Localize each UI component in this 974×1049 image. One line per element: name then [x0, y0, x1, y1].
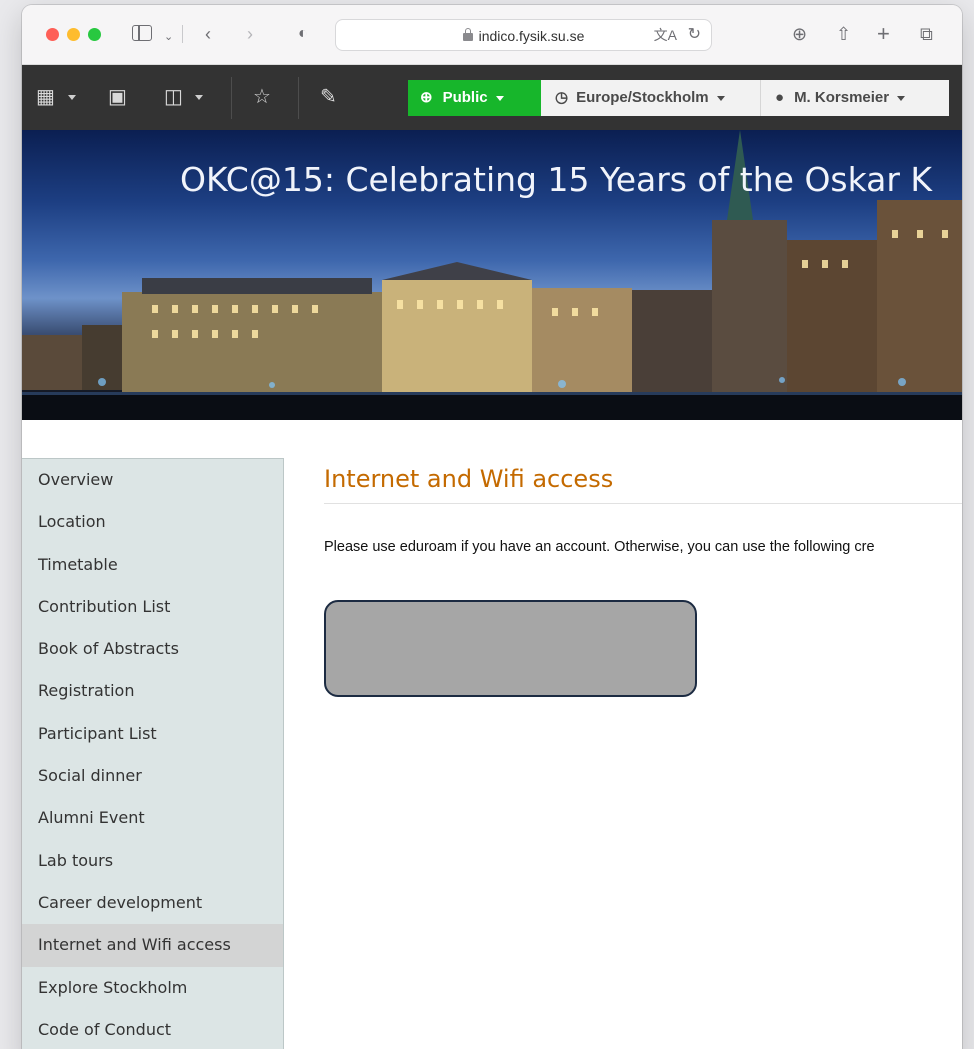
address-bar[interactable]: indico.fysik.su.se 文A ↻ [335, 19, 712, 51]
indico-toolbar: ▦ ▣ ◫ ☆ ✎ ⊕ Public ◷ Europe/Stockholm ● M. … [22, 65, 962, 130]
menu-item-career-development[interactable]: Career development [22, 882, 283, 924]
minimize-window-button[interactable] [67, 28, 80, 41]
menu-item-overview[interactable]: Overview [22, 459, 283, 501]
user-icon: ● [775, 89, 785, 106]
menu-item-code-of-conduct[interactable]: Code of Conduct [22, 1009, 283, 1049]
translate-icon[interactable]: 文A [654, 25, 677, 45]
timezone-caret-icon [716, 95, 725, 101]
tab-overview-icon[interactable]: ⧉ [920, 21, 933, 47]
menu-item-location[interactable]: Location [22, 501, 283, 543]
archive-icon[interactable]: ▣ [108, 85, 127, 109]
tab-group-chevron-icon[interactable]: ⌄ [164, 24, 173, 50]
back-icon[interactable]: ‹ [205, 21, 211, 47]
menu-item-social-dinner[interactable]: Social dinner [22, 755, 283, 797]
toolbar-divider [182, 25, 183, 43]
page-title: Internet and Wifi access [324, 465, 614, 493]
layout-caret-icon[interactable] [195, 95, 203, 100]
share-icon[interactable]: ⇧ [836, 21, 851, 47]
menu-item-participant-list[interactable]: Participant List [22, 713, 283, 755]
privacy-shield-icon[interactable]: ◐ [298, 21, 308, 47]
menu-item-alumni-event[interactable]: Alumni Event [22, 797, 283, 839]
user-label: M. Korsmeier [794, 89, 890, 106]
zoom-window-button[interactable] [88, 28, 101, 41]
browser-window: ⌄ ‹ › ◐ indico.fysik.su.se 文A ↻ ⊕ ⇧ + ⧉ … [22, 5, 962, 1049]
visibility-caret-icon [495, 95, 504, 101]
close-window-button[interactable] [46, 28, 59, 41]
menu-item-explore-stockholm[interactable]: Explore Stockholm [22, 967, 283, 1009]
clock-icon: ◷ [555, 89, 569, 106]
url-text: indico.fysik.su.se [478, 28, 585, 44]
browser-toolbar: ⌄ ‹ › ◐ indico.fysik.su.se 文A ↻ ⊕ ⇧ + ⧉ [22, 5, 962, 65]
layout-icon[interactable]: ◫ [164, 85, 183, 109]
menu-item-contribution-list[interactable]: Contribution List [22, 586, 283, 628]
title-divider [324, 503, 962, 504]
downloads-icon[interactable]: ⊕ [792, 21, 807, 47]
sidebar-toggle-icon[interactable] [132, 25, 152, 41]
visibility-label: Public [442, 89, 488, 106]
forward-icon[interactable]: › [247, 21, 253, 47]
star-icon[interactable]: ☆ [253, 85, 271, 109]
event-title: OKC@15: Celebrating 15 Years of the Oska… [180, 160, 933, 199]
toolbar-separator [298, 77, 299, 119]
page-body-text: Please use eduroam if you have an accoun… [324, 539, 875, 555]
timezone-dropdown[interactable]: ◷ Europe/Stockholm [541, 80, 761, 116]
event-menu: Overview Location Timetable Contribution… [22, 458, 284, 1049]
redacted-credentials-box [324, 600, 697, 697]
new-tab-icon[interactable]: + [877, 21, 890, 47]
reload-icon[interactable]: ↻ [688, 24, 701, 44]
lock-icon [462, 28, 473, 41]
user-dropdown[interactable]: ● M. Korsmeier [761, 80, 949, 116]
menu-item-registration[interactable]: Registration [22, 670, 283, 712]
menu-item-book-of-abstracts[interactable]: Book of Abstracts [22, 628, 283, 670]
timezone-label: Europe/Stockholm [576, 89, 709, 106]
menu-item-lab-tours[interactable]: Lab tours [22, 840, 283, 882]
calendar-icon[interactable]: ▦ [36, 85, 55, 109]
edit-pencil-icon[interactable]: ✎ [320, 85, 337, 109]
globe-icon: ⊕ [420, 89, 433, 106]
menu-item-timetable[interactable]: Timetable [22, 544, 283, 586]
calendar-caret-icon[interactable] [68, 95, 76, 100]
visibility-dropdown[interactable]: ⊕ Public [408, 80, 541, 116]
user-caret-icon [897, 95, 906, 101]
event-banner: OKC@15: Celebrating 15 Years of the Oska… [22, 130, 962, 420]
menu-item-internet-wifi[interactable]: Internet and Wifi access [22, 924, 283, 967]
toolbar-separator [231, 77, 232, 119]
